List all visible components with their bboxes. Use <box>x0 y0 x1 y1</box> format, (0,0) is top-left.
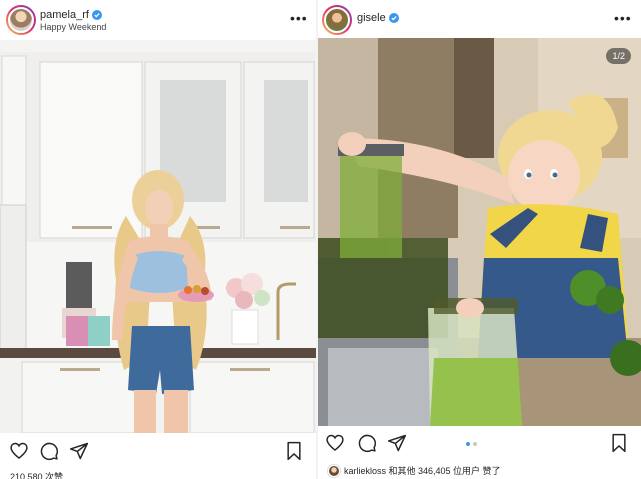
share-button[interactable] <box>386 432 408 454</box>
save-button[interactable] <box>608 432 630 454</box>
post-photo[interactable]: 1/2 <box>318 38 641 426</box>
post-header: pamela_rf Happy Weekend ••• <box>0 0 316 40</box>
bookmark-icon <box>612 433 626 453</box>
right-post: gisele ••• 1/2 karliekloss 和其他 346,405 位… <box>318 0 641 479</box>
username-row: gisele <box>357 12 399 24</box>
liked-by-row[interactable]: karliekloss 和其他 346,405 位用户 赞了 <box>328 464 501 477</box>
bookmark-icon <box>287 441 301 461</box>
comment-icon <box>358 434 377 453</box>
action-bar <box>318 432 641 456</box>
liker-avatar[interactable] <box>328 464 340 477</box>
avatar[interactable] <box>322 5 352 35</box>
more-options-icon[interactable]: ••• <box>614 11 632 25</box>
left-post: pamela_rf Happy Weekend ••• 210,580 次赞 <box>0 0 316 479</box>
verified-badge-icon <box>91 10 102 20</box>
comment-icon <box>40 442 59 461</box>
share-icon <box>387 434 407 452</box>
avatar[interactable] <box>6 5 36 35</box>
location-link[interactable]: Happy Weekend <box>40 22 106 32</box>
more-options-icon[interactable]: ••• <box>290 11 308 25</box>
username-row: pamela_rf <box>40 9 102 21</box>
carousel-indicator <box>466 442 477 446</box>
carousel-dot <box>473 442 477 446</box>
heart-icon <box>10 442 28 460</box>
comment-button[interactable] <box>356 432 378 454</box>
post-photo[interactable] <box>0 40 316 433</box>
action-bar <box>0 440 316 464</box>
heart-icon <box>326 434 344 452</box>
post-header: gisele ••• <box>318 0 641 40</box>
like-button[interactable] <box>324 432 346 454</box>
username-link[interactable]: gisele <box>357 12 386 24</box>
share-button[interactable] <box>68 440 90 462</box>
kitchen-photo-image <box>0 40 316 433</box>
juicer-photo-image <box>318 38 641 426</box>
username-link[interactable]: pamela_rf <box>40 9 89 21</box>
save-button[interactable] <box>283 440 305 462</box>
verified-badge-icon <box>388 13 399 23</box>
comment-button[interactable] <box>38 440 60 462</box>
share-icon <box>69 442 89 460</box>
liked-by-text: karliekloss 和其他 346,405 位用户 赞了 <box>344 466 501 476</box>
like-button[interactable] <box>8 440 30 462</box>
likes-count[interactable]: 210,580 次赞 <box>10 470 63 479</box>
slide-counter: 1/2 <box>606 48 631 64</box>
carousel-dot-active <box>466 442 470 446</box>
